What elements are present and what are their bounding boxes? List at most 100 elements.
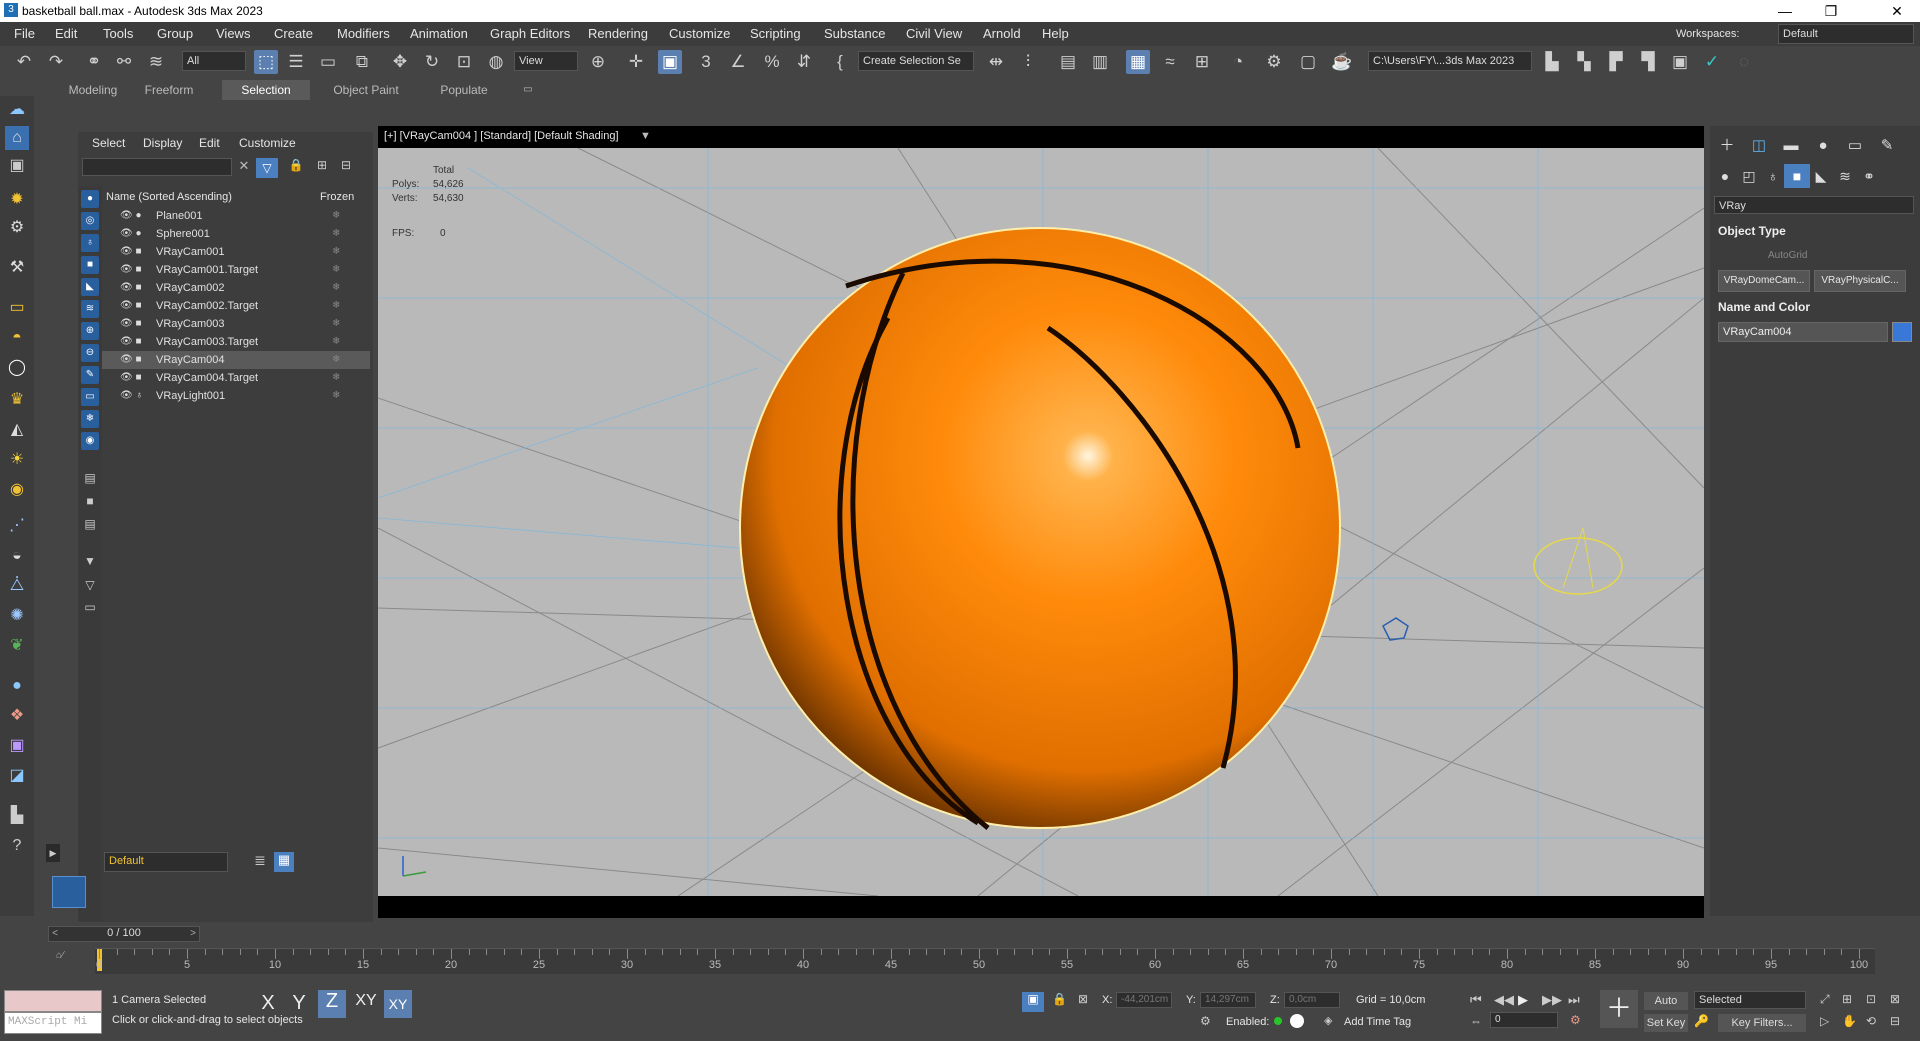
multi-material-icon[interactable]: ❖: [5, 704, 29, 728]
menu-group[interactable]: Group: [157, 26, 193, 41]
tree-row[interactable]: 👁 ■ VRayCam002 ❄: [102, 279, 370, 297]
menu-substance[interactable]: Substance: [824, 26, 885, 41]
zoom-icon[interactable]: ⤢: [1820, 992, 1830, 1007]
frozen-icon[interactable]: ❄: [332, 351, 340, 369]
zoom-all-icon[interactable]: ⊞: [1842, 992, 1852, 1006]
frozen-icon[interactable]: ❄: [332, 243, 340, 261]
fur-export-icon[interactable]: ✺: [5, 604, 29, 628]
material-icon[interactable]: ●: [5, 674, 29, 698]
x-coordinate-field[interactable]: -44,201cm: [1116, 992, 1172, 1008]
render-icon[interactable]: ☕: [1330, 50, 1354, 74]
funnel-icon[interactable]: ▽: [81, 578, 99, 596]
display-spacewarps-icon[interactable]: ≋: [81, 300, 99, 318]
display-groups-icon[interactable]: ⊕: [81, 322, 99, 340]
menu-scripting[interactable]: Scripting: [750, 26, 801, 41]
key-mode-dropdown[interactable]: Selected: [1694, 991, 1806, 1009]
frozen-icon[interactable]: ❄: [332, 297, 340, 315]
ies-light-icon[interactable]: ♛: [5, 388, 29, 412]
menu-tools[interactable]: Tools: [103, 26, 133, 41]
tree-row[interactable]: 👁 ■ VRayCam003 ❄: [102, 315, 370, 333]
angle-snap-icon[interactable]: ∠: [726, 50, 750, 74]
time-tag-icon[interactable]: ◈: [1324, 1014, 1332, 1027]
set-key-big-icon[interactable]: ＋: [1600, 990, 1638, 1028]
menu-civil-view[interactable]: Civil View: [906, 26, 962, 41]
explorer-search-input[interactable]: [82, 158, 232, 176]
reference-coord-dropdown[interactable]: View: [514, 51, 578, 71]
place-icon[interactable]: ◍: [484, 50, 508, 74]
image-icon[interactable]: ▣: [5, 154, 29, 178]
visibility-eye-icon[interactable]: 👁 ■: [120, 315, 142, 333]
display-hidden-icon[interactable]: ◉: [81, 432, 99, 450]
tree-row[interactable]: 👁 ♁ VRayLight001 ❄: [102, 387, 370, 405]
viewport-label[interactable]: [+] [VRayCam004 ] [Standard] [Default Sh…: [384, 130, 619, 142]
render-elements-icon[interactable]: ⚒: [5, 256, 29, 280]
auto-key-button[interactable]: Auto Key: [1644, 992, 1688, 1025]
tab-freeform[interactable]: Freeform: [138, 80, 200, 100]
spacewarps-icon[interactable]: ≋: [1832, 164, 1858, 188]
object-type-rollout[interactable]: Object Type: [1718, 224, 1916, 242]
select-object-icon[interactable]: ⬚: [254, 50, 278, 74]
project-folder-icon[interactable]: ▙: [1540, 50, 1564, 74]
create-icon[interactable]: ☁: [5, 98, 29, 122]
helpers-icon[interactable]: ⚙: [5, 216, 29, 240]
move-icon[interactable]: ✥: [388, 50, 412, 74]
batch-icon[interactable]: ▙: [5, 804, 29, 828]
key-mode-icon[interactable]: ⇔: [1470, 1014, 1482, 1028]
axis-xy-button[interactable]: XY: [352, 992, 380, 1016]
bind-spacewarp-icon[interactable]: ≋: [144, 50, 168, 74]
display-all-icon[interactable]: ▤: [81, 471, 99, 489]
scale-icon[interactable]: ⊡: [452, 50, 476, 74]
zoom-extents-icon[interactable]: ⊡: [1866, 992, 1876, 1006]
next-key-icon[interactable]: ▶▶: [1542, 992, 1562, 1008]
viewport-canvas[interactable]: Total Polys: 54,626 Verts: 54,630 FPS: 0: [378, 148, 1704, 896]
frozen-icon[interactable]: ❄: [332, 333, 340, 351]
frozen-icon[interactable]: ❄: [332, 225, 340, 243]
asset-folder-icon[interactable]: ▜: [1636, 50, 1660, 74]
display-shapes-icon[interactable]: ◎: [81, 212, 99, 230]
menu-help[interactable]: Help: [1042, 26, 1069, 41]
ambient-icon[interactable]: ◭: [5, 418, 29, 442]
maxscript-listener[interactable]: [4, 990, 102, 1012]
rect-selection-icon[interactable]: ▭: [316, 50, 340, 74]
tree-row-selected[interactable]: 👁 ■ VRayCam004 ❄: [102, 351, 370, 369]
proxy-icon[interactable]: ⧊: [5, 574, 29, 598]
menu-arnold[interactable]: Arnold: [983, 26, 1021, 41]
frozen-icon[interactable]: ❄: [332, 387, 340, 405]
layer-dropdown[interactable]: Default: [104, 852, 228, 872]
axis-z-button[interactable]: Z: [318, 990, 346, 1018]
time-config-button-icon[interactable]: ⚙: [1570, 1013, 1581, 1027]
sphere-light-icon[interactable]: ◯: [5, 356, 29, 380]
visibility-eye-icon[interactable]: 👁 ■: [120, 243, 142, 261]
display-cameras-icon[interactable]: ■: [81, 256, 99, 274]
project-path-dropdown[interactable]: C:\Users\FY\...3ds Max 2023: [1368, 51, 1532, 71]
visibility-eye-icon[interactable]: 👁 ■: [120, 297, 142, 315]
tree-row[interactable]: 👁 ■ VRayCam002.Target ❄: [102, 297, 370, 315]
category-dropdown[interactable]: VRay: [1714, 196, 1914, 214]
track-bar[interactable]: 0 5 10 15 20 25 30 35 40 45 50 55 60 65 70 75 80 85 90 95 10…: [95, 948, 1875, 974]
fur-icon[interactable]: ⋰: [5, 514, 29, 538]
next-frame-icon[interactable]: >: [187, 928, 199, 939]
lights-cat-icon[interactable]: ♁: [1760, 164, 1786, 188]
dome-light-icon[interactable]: ◓: [5, 326, 29, 350]
maxscript-input[interactable]: MAXScript Mi: [4, 1012, 102, 1034]
explorer-menu-customize[interactable]: Customize: [239, 136, 296, 150]
current-frame-field[interactable]: 0: [1490, 1012, 1558, 1028]
visibility-eye-icon[interactable]: 👁 ■: [120, 369, 142, 387]
sun-icon[interactable]: ☀: [5, 448, 29, 472]
home-icon[interactable]: ⌂: [5, 126, 29, 150]
tree-row[interactable]: 👁 ■ VRayCam003.Target ❄: [102, 333, 370, 351]
transform-mode-icon[interactable]: ⊠: [1078, 992, 1088, 1006]
viewport-layout-icon[interactable]: [52, 876, 86, 908]
vray-physical-cam-button[interactable]: VRayPhysicalC...: [1814, 270, 1906, 292]
tree-row[interactable]: 👁 ● Plane001 ❄: [102, 207, 370, 225]
vray-light-icon[interactable]: ▭: [5, 296, 29, 320]
curve-toggle-icon[interactable]: ⌂∕: [56, 950, 64, 961]
scene-folder-icon[interactable]: ▛: [1604, 50, 1628, 74]
visibility-eye-icon[interactable]: 👁 ●: [120, 207, 142, 225]
object-name-input[interactable]: [1718, 322, 1888, 342]
dope-sheet-icon[interactable]: ⊞: [1190, 50, 1214, 74]
keyboard-shortcut-icon[interactable]: ▣: [658, 50, 682, 74]
menu-views[interactable]: Views: [216, 26, 250, 41]
lights-icon[interactable]: ✹: [5, 188, 29, 212]
explorer-menu-select[interactable]: Select: [92, 136, 125, 150]
